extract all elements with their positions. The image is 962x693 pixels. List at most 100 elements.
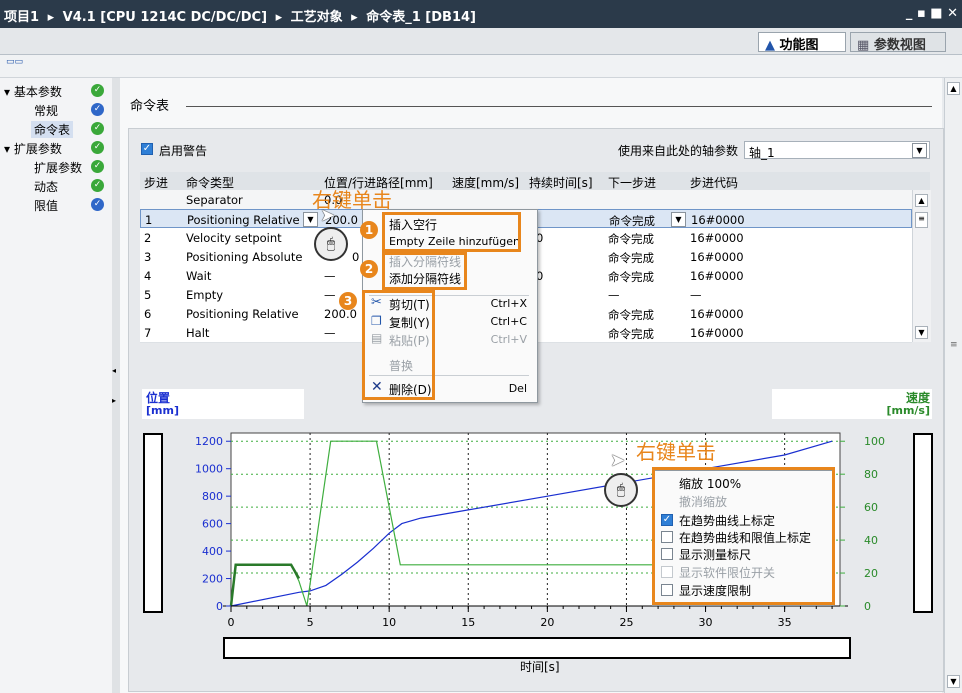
cell-next-step: 命令完成: [608, 270, 654, 284]
status-ok-icon: ✓: [91, 122, 104, 135]
status-ok-icon: ✓: [91, 141, 104, 154]
cell-step: 6: [144, 307, 152, 321]
cell-next-step: 命令完成: [608, 232, 654, 246]
y-left-tick-label: 800: [202, 490, 223, 503]
tab-function-view[interactable]: ▲ 功能图: [758, 32, 846, 53]
tab-label: 功能图: [779, 38, 819, 53]
cell-type: Positioning Absolute: [186, 250, 303, 264]
cell-step: 4: [144, 269, 152, 283]
enable-warning-checkbox[interactable]: ✓: [141, 143, 153, 155]
type-dropdown-icon[interactable]: ▼: [303, 212, 318, 227]
breadcrumb-item[interactable]: 工艺对象: [291, 10, 343, 25]
x-tick-label: 0: [228, 616, 235, 629]
x-tick-label: 30: [699, 616, 713, 629]
speed-label-box: 速度 [mm/s]: [772, 389, 932, 419]
cursor-arrow-icon: ➤: [610, 450, 626, 471]
cell-step: 3: [144, 250, 152, 264]
nav-extended-params[interactable]: ▾ 扩展参数: [4, 140, 62, 157]
highlight-box-3: [362, 290, 435, 400]
cell-step-code: —: [690, 288, 702, 302]
cell-type: Positioning Relative: [186, 307, 299, 321]
title-bar: 项目1 ▸ V4.1 [CPU 1214C DC/DC/DC] ▸ 工艺对象 ▸…: [0, 0, 962, 28]
breadcrumb-item[interactable]: 项目1: [4, 10, 39, 25]
section-divider: [186, 106, 932, 107]
x-tick-label: 35: [778, 616, 792, 629]
y-right-tick-label: 40: [864, 534, 878, 547]
scroll-up-icon[interactable]: ▲: [915, 194, 928, 207]
left-zoom-bar[interactable]: [143, 433, 163, 613]
cell-step: 7: [144, 326, 152, 340]
nav-general[interactable]: 常规: [34, 102, 58, 119]
cell-next-step: 命令完成: [608, 327, 654, 341]
speed-unit: [mm/s]: [886, 404, 930, 417]
shortcut-paste: Ctrl+V: [490, 333, 527, 346]
shortcut-copy: Ctrl+C: [490, 315, 527, 328]
scroll-thumb[interactable]: ≡: [915, 212, 928, 228]
table-row[interactable]: Separator 0.0: [140, 190, 912, 210]
cell-step-code[interactable]: 16#0000: [691, 213, 745, 227]
cell-step-code: 16#0000: [690, 250, 744, 264]
shortcut-delete: Del: [508, 382, 527, 395]
highlight-box-2: [382, 252, 467, 290]
main-scrollbar[interactable]: ▲ ≡ ▼: [944, 78, 962, 693]
chevron-right-icon: ▸: [351, 10, 358, 25]
scroll-up-icon[interactable]: ▲: [947, 82, 960, 95]
cell-step-code: 16#0000: [690, 231, 744, 245]
window-controls[interactable]: _ ▪ ■ ✕: [906, 6, 958, 21]
cell-position: —: [324, 326, 336, 340]
x-tick-label: 5: [307, 616, 314, 629]
col-type: 命令类型: [186, 176, 235, 190]
cell-position: —: [324, 288, 336, 302]
x-tick-label: 10: [382, 616, 396, 629]
cell-position: —: [324, 269, 336, 283]
axis-select[interactable]: 轴_1 ▼: [744, 141, 930, 160]
nav-dynamics[interactable]: 动态: [34, 178, 58, 195]
cell-position: 0: [352, 250, 360, 264]
time-zoom-bar[interactable]: [223, 637, 851, 659]
step-badge-2: 2: [360, 260, 378, 278]
x-tick-label: 15: [461, 616, 475, 629]
tab-label: 参数视图: [873, 38, 926, 53]
hierarchy-icon[interactable]: ▭▭: [6, 57, 23, 67]
nav-command-table[interactable]: 命令表: [31, 121, 74, 138]
chevron-right-icon: ▸: [275, 10, 283, 25]
y-left-tick-label: 0: [216, 600, 223, 613]
scroll-grip-icon[interactable]: ≡: [950, 340, 958, 350]
x-tick-label: 20: [540, 616, 554, 629]
cell-type: Halt: [186, 326, 210, 340]
highlight-box-1: [382, 212, 521, 252]
scroll-down-icon[interactable]: ▼: [915, 326, 928, 339]
chevron-down-icon[interactable]: ▼: [912, 143, 927, 158]
y-right-tick-label: 20: [864, 567, 878, 580]
y-left-tick-label: 1200: [195, 435, 223, 448]
breadcrumb: 项目1 ▸ V4.1 [CPU 1214C DC/DC/DC] ▸ 工艺对象 ▸…: [4, 6, 480, 25]
cell-step-code: 16#0000: [690, 326, 744, 340]
expand-arrow-icon[interactable]: ▸: [112, 396, 116, 405]
col-step-code: 步进代码: [690, 176, 739, 190]
right-zoom-bar[interactable]: [913, 433, 933, 613]
scroll-down-icon[interactable]: ▼: [947, 675, 960, 688]
status-ok-icon: ✓: [91, 84, 104, 97]
chart-icon: ▲: [765, 38, 775, 53]
cell-next-step[interactable]: 命令完成: [609, 213, 655, 229]
nav-limits[interactable]: 限值: [34, 197, 58, 214]
left-nav: ▾ 基本参数 常规 命令表 ▾ 扩展参数 扩展参数 动态 限值 ✓ ✓ ✓ ✓ …: [0, 78, 113, 693]
tab-param-view[interactable]: ▦ 参数视图: [850, 32, 946, 53]
nav-basic-params[interactable]: ▾ 基本参数: [4, 83, 62, 100]
nav-extended-params-sub[interactable]: 扩展参数: [34, 159, 82, 176]
breadcrumb-item[interactable]: V4.1 [CPU 1214C DC/DC/DC]: [63, 10, 267, 25]
mouse-icon: 🖱: [604, 473, 638, 507]
x-tick-label: 25: [619, 616, 633, 629]
next-step-dropdown-icon[interactable]: ▼: [671, 212, 686, 227]
table-header: 步进 命令类型 位置/行进路径[mm] 速度[mm/s] 持续时间[s] 下一步…: [140, 172, 930, 191]
collapse-arrow-icon[interactable]: ◂: [112, 366, 116, 375]
table-scrollbar[interactable]: ▲ ≡ ▼: [912, 190, 931, 342]
status-ok-blue-icon: ✓: [91, 103, 104, 116]
status-ok-blue-icon: ✓: [91, 198, 104, 211]
toolbar-strip: ▭▭: [0, 55, 962, 78]
splitter[interactable]: ◂ ▸: [112, 78, 120, 693]
x-axis-label: 时间[s]: [520, 660, 560, 674]
cell-step: 5: [144, 288, 152, 302]
breadcrumb-item[interactable]: 命令表_1 [DB14]: [366, 10, 476, 25]
cell-type: Separator: [186, 193, 243, 207]
